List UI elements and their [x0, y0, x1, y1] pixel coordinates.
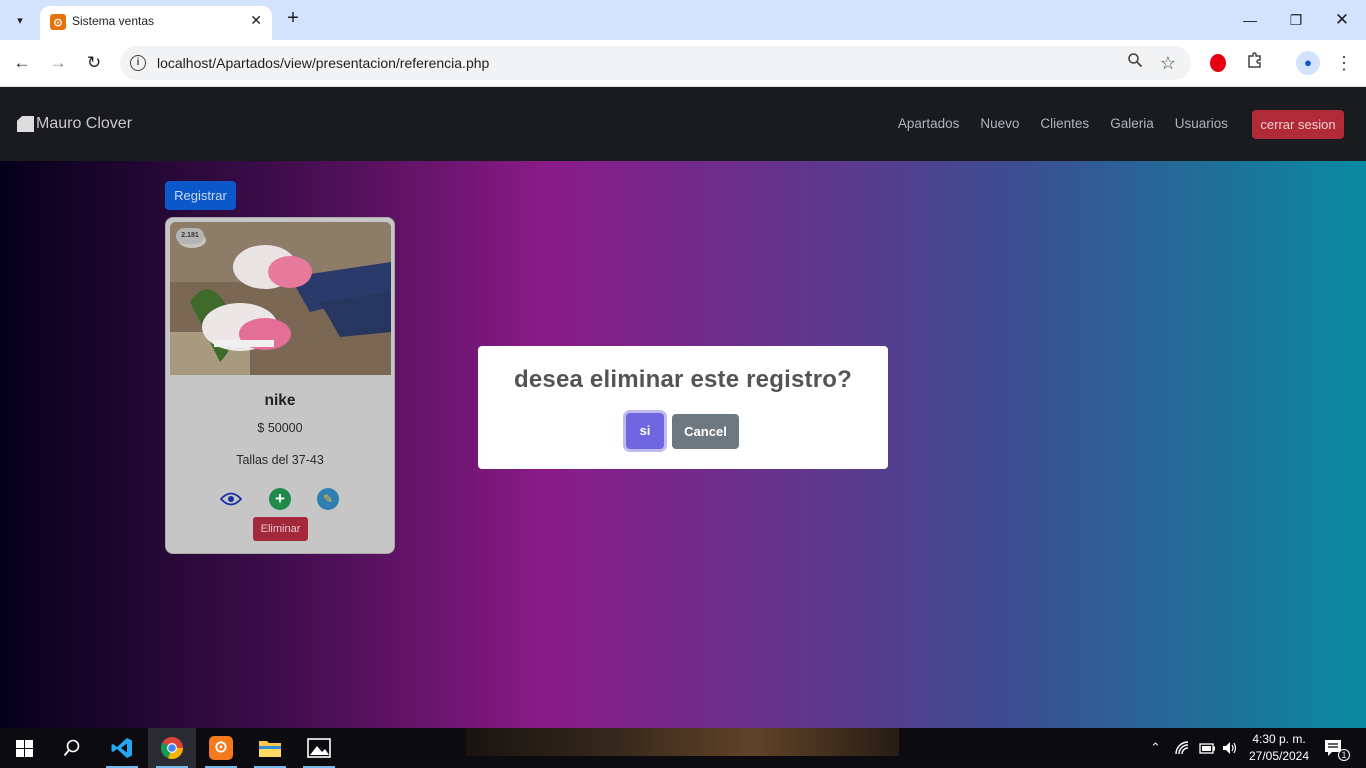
browser-tab[interactable]: ⊙ Sistema ventas ✕ [40, 6, 272, 40]
opera-extension-icon[interactable] [1210, 54, 1226, 72]
page-content: Mauro Clover Apartados Nuevo Clientes Ga… [0, 87, 1366, 728]
new-tab-icon[interactable]: + [282, 8, 304, 30]
photos-icon[interactable] [295, 728, 343, 768]
confirm-yes-button[interactable]: si [626, 413, 664, 449]
system-clock[interactable]: 4:30 p. m. 27/05/2024 [1240, 731, 1318, 765]
vscode-icon[interactable] [98, 728, 146, 768]
xampp-favicon-icon: ⊙ [50, 14, 66, 30]
tab-title: Sistema ventas [72, 14, 155, 28]
url-text: localhost/Apartados/view/presentacion/re… [157, 55, 490, 71]
tab-search-icon[interactable]: ▾ [8, 8, 32, 32]
extensions-puzzle-icon[interactable] [1243, 51, 1267, 75]
start-windows-icon[interactable] [0, 728, 48, 768]
profile-avatar-icon[interactable]: ● [1296, 51, 1320, 75]
notification-center-icon[interactable]: 1 [1324, 728, 1356, 768]
restore-icon[interactable]: ❐ [1284, 8, 1308, 32]
browser-toolbar: ← → ↻ i localhost/Apartados/view/present… [0, 40, 1366, 87]
notification-count-badge: 1 [1338, 749, 1350, 761]
volume-icon[interactable] [1222, 728, 1238, 768]
chrome-icon[interactable] [148, 728, 196, 768]
network-icon[interactable] [1175, 728, 1191, 768]
site-info-icon[interactable]: i [130, 55, 146, 71]
zoom-icon[interactable] [1124, 52, 1146, 74]
file-explorer-icon[interactable] [246, 728, 294, 768]
desktop-wallpaper-strip [466, 728, 899, 756]
menu-kebab-icon[interactable]: ⋮ [1332, 51, 1356, 75]
address-bar[interactable]: i localhost/Apartados/view/presentacion/… [120, 46, 1191, 80]
clock-date: 27/05/2024 [1248, 749, 1310, 763]
cancel-button[interactable]: Cancel [672, 414, 739, 449]
back-icon[interactable]: ← [9, 50, 35, 76]
bookmark-star-icon[interactable]: ☆ [1157, 52, 1179, 74]
clock-time: 4:30 p. m. [1252, 732, 1306, 746]
dialog-title: desea eliminar este registro? [514, 366, 852, 393]
reload-icon[interactable]: ↻ [81, 50, 107, 76]
confirm-dialog: desea eliminar este registro? si Cancel [478, 346, 888, 469]
show-hidden-icons-chevron-icon[interactable]: ⌃ [1150, 728, 1161, 768]
xampp-icon[interactable]: ⊙ [197, 728, 245, 768]
tab-close-icon[interactable]: ✕ [250, 12, 262, 29]
windows-taskbar: ⊙ ⌃ 4:30 p. m. 27/05/2024 1 [0, 728, 1366, 768]
search-icon[interactable] [48, 728, 96, 768]
browser-tab-bar: ▾ ⊙ Sistema ventas ✕ + — ❐ ✕ [0, 0, 1366, 40]
forward-icon[interactable]: → [45, 50, 71, 76]
minimize-icon[interactable]: — [1238, 8, 1262, 32]
close-window-icon[interactable]: ✕ [1330, 8, 1354, 32]
battery-icon[interactable] [1199, 728, 1216, 768]
